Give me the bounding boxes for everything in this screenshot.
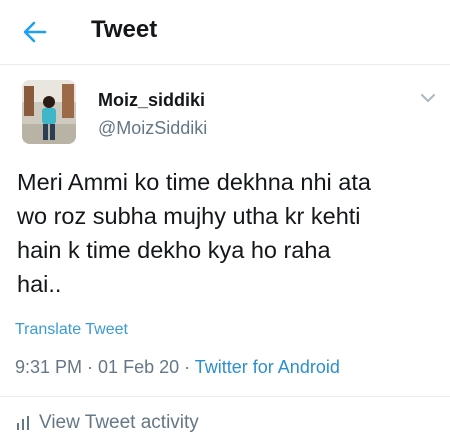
meta-separator: · [179, 357, 195, 377]
avatar[interactable] [22, 80, 76, 144]
translate-tweet-link[interactable]: Translate Tweet [15, 321, 128, 339]
chevron-down-icon [421, 94, 435, 102]
bar-chart-icon [16, 416, 30, 430]
tweet-date: 01 Feb 20 [98, 357, 180, 377]
tweet-meta: 9:31 PM · 01 Feb 20 · Twitter for Androi… [15, 357, 340, 378]
tweet-menu-button[interactable] [418, 90, 438, 106]
back-button[interactable] [20, 18, 50, 46]
meta-separator: · [82, 357, 99, 377]
tweet-time: 9:31 PM [15, 357, 83, 377]
view-tweet-activity-button[interactable]: View Tweet activity [16, 412, 199, 434]
divider [0, 396, 450, 397]
tweet-source-link[interactable]: Twitter for Android [195, 357, 340, 377]
arrow-left-icon [23, 21, 47, 43]
author-name[interactable]: Moiz_siddiki [98, 90, 205, 111]
tweet-text: Meri Ammi ko time dekhna nhi ata wo roz … [17, 169, 371, 297]
author-handle[interactable]: @MoizSiddiki [98, 118, 207, 139]
view-tweet-activity-label: View Tweet activity [39, 412, 199, 433]
top-bar: Tweet [0, 0, 450, 65]
page-title: Tweet [91, 16, 158, 43]
